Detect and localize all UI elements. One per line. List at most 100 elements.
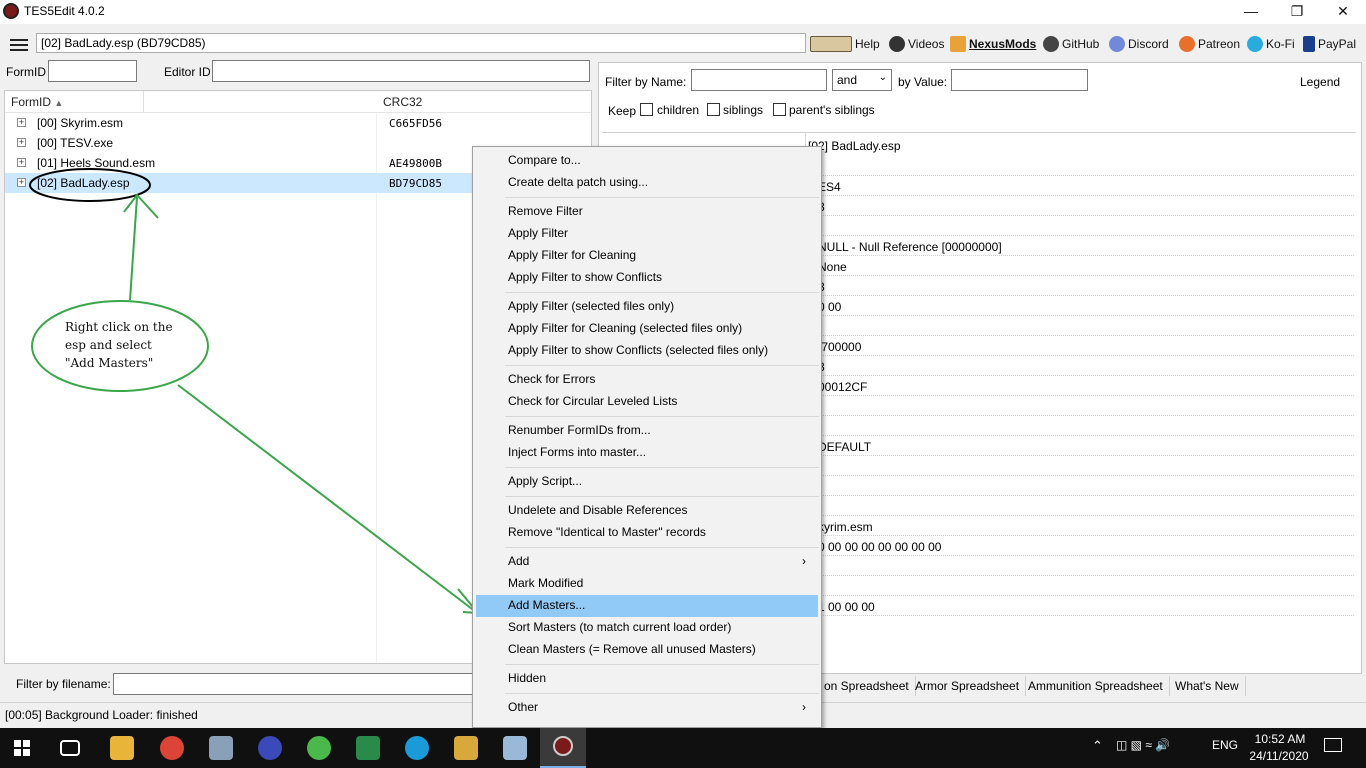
- close-button[interactable]: ✕: [1320, 0, 1366, 24]
- menu-item-apply-script[interactable]: Apply Script...: [476, 471, 818, 493]
- menu-item-label: Renumber FormIDs from...: [508, 423, 651, 437]
- app-icon-4[interactable]: [258, 736, 282, 760]
- menu-item-create-delta-patch[interactable]: Create delta patch using...: [476, 172, 818, 194]
- record-value[interactable]: 1 00 00 00: [818, 600, 875, 614]
- menu-item-renumber-formids[interactable]: Renumber FormIDs from...: [476, 420, 818, 442]
- menu-item-check-circular-leveled-lists[interactable]: Check for Circular Leveled Lists: [476, 391, 818, 413]
- record-value[interactable]: NULL - Null Reference [00000000]: [818, 240, 1002, 254]
- filter-name-input[interactable]: [691, 69, 827, 91]
- file-explorer-icon[interactable]: [110, 736, 134, 760]
- menu-item-apply-filter[interactable]: Apply Filter: [476, 223, 818, 245]
- editorid-input[interactable]: [212, 60, 590, 82]
- menu-item-hidden[interactable]: Hidden: [476, 668, 818, 690]
- patreon-link[interactable]: Patreon: [1179, 36, 1240, 52]
- record-value[interactable]: None: [818, 260, 847, 274]
- record-value[interactable]: DEFAULT: [818, 440, 871, 454]
- menu-item-apply-filter-cleaning-selected[interactable]: Apply Filter for Cleaning (selected file…: [476, 318, 818, 340]
- nexusmods-link[interactable]: NexusMods: [950, 36, 1036, 52]
- tray-icons[interactable]: ◫ ▧ ≈ 🔊: [1116, 738, 1170, 752]
- help-link[interactable]: Help: [810, 36, 880, 52]
- paypal-link[interactable]: PayPal: [1303, 36, 1356, 52]
- menu-item-label: Check for Errors: [508, 372, 596, 386]
- app-icon-8[interactable]: [454, 736, 478, 760]
- tab-armor-spreadsheet[interactable]: Armor Spreadsheet: [909, 676, 1027, 696]
- menu-item-other[interactable]: Other ›: [476, 697, 818, 719]
- task-view-icon[interactable]: [60, 740, 80, 756]
- record-row-divider: [806, 195, 1354, 196]
- filename-filter-input[interactable]: [113, 673, 473, 695]
- expand-icon[interactable]: +: [17, 138, 26, 147]
- and-select[interactable]: and ⌄: [832, 69, 892, 91]
- record-row-divider: [806, 435, 1354, 436]
- menu-item-apply-filter-conflicts[interactable]: Apply Filter to show Conflicts: [476, 267, 818, 289]
- record-row-divider: [806, 535, 1354, 536]
- windows-start-icon[interactable]: [14, 740, 30, 756]
- parents-siblings-checkbox[interactable]: [773, 103, 786, 116]
- menu-item-mark-modified[interactable]: Mark Modified: [476, 573, 818, 595]
- menu-item-remove-identical-to-master[interactable]: Remove "Identical to Master" records: [476, 522, 818, 544]
- kofi-link[interactable]: Ko-Fi: [1247, 36, 1295, 52]
- menu-item-apply-filter-conflicts-selected[interactable]: Apply Filter to show Conflicts (selected…: [476, 340, 818, 362]
- app-icon-9[interactable]: [503, 736, 527, 760]
- legend-button[interactable]: Legend: [1300, 75, 1340, 89]
- formid-input[interactable]: [48, 60, 137, 82]
- menu-item-inject-forms[interactable]: Inject Forms into master...: [476, 442, 818, 464]
- taskbar: ⌃ ◫ ▧ ≈ 🔊 ENG 10:52 AM 24/11/2020: [0, 728, 1366, 768]
- by-value-label: by Value:: [898, 75, 948, 89]
- window-title: TES5Edit 4.0.2: [24, 4, 105, 18]
- menu-item-check-for-errors[interactable]: Check for Errors: [476, 369, 818, 391]
- record-value[interactable]: 0 00 00 00 00 00 00 00: [818, 540, 941, 554]
- maximize-button[interactable]: ❐: [1274, 0, 1320, 24]
- expand-icon[interactable]: +: [17, 118, 26, 127]
- tab-ammunition-spreadsheet[interactable]: Ammunition Spreadsheet: [1022, 676, 1170, 696]
- app-icon-3[interactable]: [209, 736, 233, 760]
- language-indicator[interactable]: ENG: [1212, 738, 1238, 752]
- clock-time[interactable]: 10:52 AM: [1252, 732, 1308, 746]
- menu-item-label: Add Masters...: [508, 598, 586, 612]
- edge-icon[interactable]: [405, 736, 429, 760]
- menu-item-clean-masters[interactable]: Clean Masters (= Remove all unused Maste…: [476, 639, 818, 661]
- editorid-label: Editor ID: [164, 65, 211, 79]
- filter-value-input[interactable]: [951, 69, 1088, 91]
- expand-icon[interactable]: +: [17, 158, 26, 167]
- app-icon-5[interactable]: [307, 736, 331, 760]
- context-menu[interactable]: Compare to... Create delta patch using...…: [472, 146, 822, 728]
- menu-item-add-masters[interactable]: Add Masters...: [476, 595, 818, 617]
- tab-spreadsheet[interactable]: on Spreadsheet: [818, 676, 916, 696]
- menu-item-apply-filter-selected[interactable]: Apply Filter (selected files only): [476, 296, 818, 318]
- menu-item-sort-masters[interactable]: Sort Masters (to match current load orde…: [476, 617, 818, 639]
- tes5edit-taskbar-button[interactable]: [540, 728, 586, 768]
- expand-icon[interactable]: +: [17, 178, 26, 187]
- menu-item-apply-filter-cleaning[interactable]: Apply Filter for Cleaning: [476, 245, 818, 267]
- menu-icon[interactable]: [10, 39, 28, 51]
- children-checkbox[interactable]: [640, 103, 653, 116]
- col-divider: [143, 91, 144, 113]
- record-row-divider: [806, 235, 1354, 236]
- clock-date[interactable]: 24/11/2020: [1246, 749, 1312, 763]
- tes5edit-icon: [553, 736, 573, 756]
- menu-item-compare-to[interactable]: Compare to...: [476, 150, 818, 172]
- menu-item-add[interactable]: Add ›: [476, 551, 818, 573]
- discord-link[interactable]: Discord: [1109, 36, 1169, 52]
- menu-separator: [505, 292, 819, 293]
- siblings-checkbox[interactable]: [707, 103, 720, 116]
- menu-item-remove-filter[interactable]: Remove Filter: [476, 201, 818, 223]
- app-icon-6[interactable]: [356, 736, 380, 760]
- menu-item-undelete-disable-references[interactable]: Undelete and Disable References: [476, 500, 818, 522]
- col-crc-header[interactable]: CRC32: [383, 95, 422, 109]
- col-formid-header[interactable]: FormID ▲: [11, 95, 63, 109]
- chevron-up-icon[interactable]: ⌃: [1092, 738, 1103, 754]
- videos-link[interactable]: Videos: [889, 36, 944, 52]
- menu-item-label: Apply Filter for Cleaning (selected file…: [508, 321, 743, 335]
- record-value[interactable]: 00012CF: [818, 380, 867, 394]
- record-value[interactable]: kyrim.esm: [818, 520, 873, 534]
- and-select-value: and: [837, 73, 858, 87]
- chrome-icon[interactable]: [160, 736, 184, 760]
- minimize-button[interactable]: —: [1228, 0, 1274, 24]
- menu-item-label: Undelete and Disable References: [508, 503, 688, 517]
- record-value[interactable]: .700000: [818, 340, 861, 354]
- notification-icon[interactable]: [1324, 738, 1342, 752]
- github-link[interactable]: GitHub: [1043, 36, 1099, 52]
- tree-row[interactable]: + [00] Skyrim.esm C665FD56: [5, 113, 591, 133]
- tab-whats-new[interactable]: What's New: [1169, 676, 1246, 696]
